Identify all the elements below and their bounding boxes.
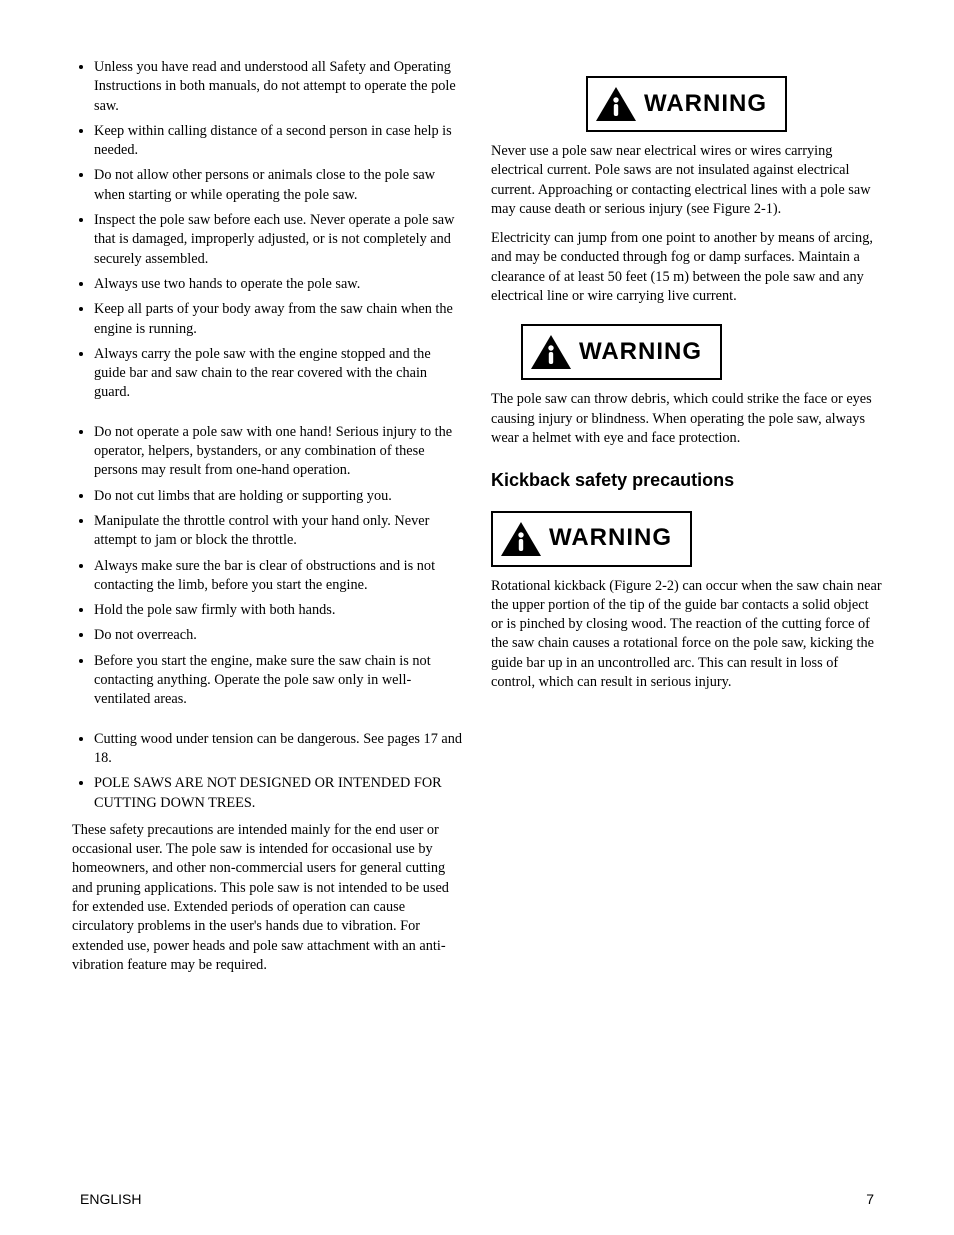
paragraph-usage-intent: These safety precautions are intended ma… [72,821,463,975]
list-item: Keep within calling distance of a second… [94,122,463,161]
list-item: Before you start the engine, make sure t… [94,652,463,710]
page: Unless you have read and understood all … [0,0,954,1235]
bullet-list-precautions-1: Unless you have read and understood all … [72,58,463,403]
warning-body: The pole saw can throw debris, which cou… [491,390,882,448]
list-item: Inspect the pole saw before each use. Ne… [94,211,463,269]
warning-label: WARNING [579,336,702,368]
list-item: Always use two hands to operate the pole… [94,275,463,294]
list-item: Do not operate a pole saw with one hand!… [94,423,463,481]
warning-box-kickback: WARNING [491,511,692,567]
list-item: Always carry the pole saw with the engin… [94,345,463,403]
warning-body: Electricity can jump from one point to a… [491,229,882,306]
list-item: Manipulate the throttle control with you… [94,512,463,551]
list-item: Hold the pole saw firmly with both hands… [94,601,463,620]
warning-triangle-icon [531,335,571,369]
list-item: Always make sure the bar is clear of obs… [94,557,463,596]
warning-label: WARNING [549,522,672,554]
list-item: Do not cut limbs that are holding or sup… [94,487,463,506]
list-item: Keep all parts of your body away from th… [94,300,463,339]
page-footer: ENGLISH 7 [0,1190,954,1209]
warning-box-debris: WARNING [521,324,722,380]
bullet-list-precautions-2: Do not operate a pole saw with one hand!… [72,423,463,710]
warning-triangle-icon [596,87,636,121]
warning-box-electrical: WARNING [586,76,787,132]
list-item: Do not allow other persons or animals cl… [94,166,463,205]
bullet-list-precautions-3: Cutting wood under tension can be danger… [72,730,463,813]
list-item: Do not overreach. [94,626,463,645]
footer-page-number: 7 [866,1190,874,1209]
right-column: WARNING Never use a pole saw near electr… [491,58,882,985]
warning-triangle-icon [501,522,541,556]
warning-label: WARNING [644,88,767,120]
list-item: Unless you have read and understood all … [94,58,463,116]
list-item: Cutting wood under tension can be danger… [94,730,463,769]
warning-body: Rotational kickback (Figure 2-2) can occ… [491,577,882,693]
warning-body: Never use a pole saw near electrical wir… [491,142,882,219]
section-heading-kickback: Kickback safety precautions [491,468,882,492]
two-column-layout: Unless you have read and understood all … [72,58,882,985]
left-column: Unless you have read and understood all … [72,58,463,985]
footer-language: ENGLISH [80,1190,141,1209]
list-item: POLE SAWS ARE NOT DESIGNED OR INTENDED F… [94,774,463,813]
